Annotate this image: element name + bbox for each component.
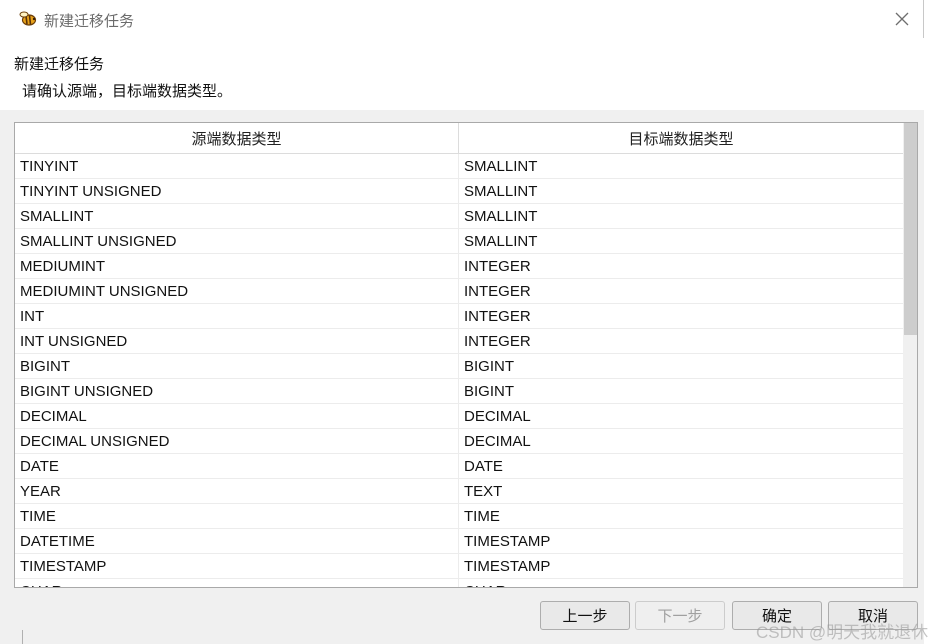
target-type-cell: DECIMAL (464, 432, 531, 450)
table-row[interactable]: TINYINT SMALLINT (15, 154, 903, 179)
table-row[interactable]: DATE DATE (15, 454, 903, 479)
target-type-cell: DECIMAL (464, 407, 531, 425)
table-row[interactable]: TINYINT UNSIGNED SMALLINT (15, 179, 903, 204)
wizard-subtitle: 请确认源端，目标端数据类型。 (22, 83, 233, 100)
dialog-window: 新建迁移任务 新建迁移任务 请确认源端，目标端数据类型。 源端数据类型 目标端数… (0, 0, 928, 644)
target-type-cell: SMALLINT (464, 207, 538, 225)
table-row[interactable]: SMALLINT SMALLINT (15, 204, 903, 229)
watermark: CSDN @明天我就退休 (756, 623, 929, 642)
window-title: 新建迁移任务 (44, 13, 135, 30)
source-type-cell: INT UNSIGNED (15, 329, 459, 353)
source-type-cell: TINYINT (15, 154, 459, 178)
source-type-cell: CHAR (15, 579, 459, 587)
source-type-cell: MEDIUMINT UNSIGNED (15, 279, 459, 303)
source-type-cell: TIMESTAMP (15, 554, 459, 578)
table-body: TINYINT SMALLINT TINYINT UNSIGNED SMALLINT S… (15, 154, 903, 588)
next-step-button[interactable]: 下一步 (635, 601, 725, 630)
table-row[interactable]: DATETIME TIMESTAMP (15, 529, 903, 554)
vertical-scrollbar[interactable] (903, 123, 917, 587)
table-row[interactable]: SMALLINT UNSIGNED SMALLINT (15, 229, 903, 254)
close-icon[interactable] (892, 9, 912, 29)
table-row[interactable]: INT UNSIGNED INTEGER (15, 329, 903, 354)
table-header: 源端数据类型 目标端数据类型 (15, 123, 903, 154)
target-type-cell: INTEGER (464, 257, 531, 275)
window-edge-fragment (22, 630, 23, 644)
source-type-cell: YEAR (15, 479, 459, 503)
table-row[interactable]: DECIMAL UNSIGNED DECIMAL (15, 429, 903, 454)
target-type-cell: SMALLINT (464, 157, 538, 175)
source-type-cell: TIME (15, 504, 459, 528)
column-header-target-type[interactable]: 目标端数据类型 (459, 123, 903, 154)
source-type-cell: DATETIME (15, 529, 459, 553)
wizard-header: 新建迁移任务 请确认源端，目标端数据类型。 (0, 38, 924, 110)
table-row[interactable]: CHARCHAR (15, 579, 903, 588)
previous-step-button[interactable]: 上一步 (540, 601, 630, 630)
table-row[interactable]: TIMESTAMP TIMESTAMP (15, 554, 903, 579)
target-type-cell: TIMESTAMP (464, 532, 551, 550)
table-row[interactable]: DECIMAL DECIMAL (15, 404, 903, 429)
table-row[interactable]: TIME TIME (15, 504, 903, 529)
target-type-cell: TEXT (464, 482, 503, 500)
source-type-cell: DATE (15, 454, 459, 478)
target-type-cell: TIME (464, 507, 500, 525)
source-type-cell: SMALLINT UNSIGNED (15, 229, 459, 253)
target-type-cell: BIGINT (464, 382, 515, 400)
table-row[interactable]: YEAR TEXT (15, 479, 903, 504)
table-row[interactable]: INT INTEGER (15, 304, 903, 329)
target-type-cell: INTEGER (464, 282, 531, 300)
source-type-cell: DECIMAL (15, 404, 459, 428)
target-type-cell: INTEGER (464, 307, 531, 325)
title-bar[interactable]: 新建迁移任务 (0, 0, 924, 38)
table-row[interactable]: MEDIUMINT UNSIGNED INTEGER (15, 279, 903, 304)
source-type-cell: MEDIUMINT (15, 254, 459, 278)
target-type-cell: TIMESTAMP (464, 557, 551, 575)
source-type-cell: TINYINT UNSIGNED (15, 179, 459, 203)
target-type-cell: BIGINT (464, 357, 515, 375)
wizard-title: 新建迁移任务 (14, 56, 105, 73)
source-type-cell: BIGINT (15, 354, 459, 378)
scrollbar-thumb[interactable] (904, 123, 917, 335)
target-type-cell: INTEGER (464, 332, 531, 350)
target-type-cell: SMALLINT (464, 232, 538, 250)
table-row[interactable]: MEDIUMINT INTEGER (15, 254, 903, 279)
target-type-cell: DATE (464, 457, 503, 475)
source-type-cell: SMALLINT (15, 204, 459, 228)
table-row[interactable]: BIGINT UNSIGNED BIGINT (15, 379, 903, 404)
source-type-cell: DECIMAL UNSIGNED (15, 429, 459, 453)
bee-icon (18, 9, 38, 29)
column-header-source-type[interactable]: 源端数据类型 (15, 123, 459, 154)
table-row[interactable]: BIGINT BIGINT (15, 354, 903, 379)
target-type-cell: SMALLINT (464, 182, 538, 200)
source-type-cell: INT (15, 304, 459, 328)
type-mapping-table: 源端数据类型 目标端数据类型 TINYINT SMALLINT TINYINT UN… (14, 122, 918, 588)
source-type-cell: BIGINT UNSIGNED (15, 379, 459, 403)
target-type-cell: CHAR (459, 579, 903, 588)
